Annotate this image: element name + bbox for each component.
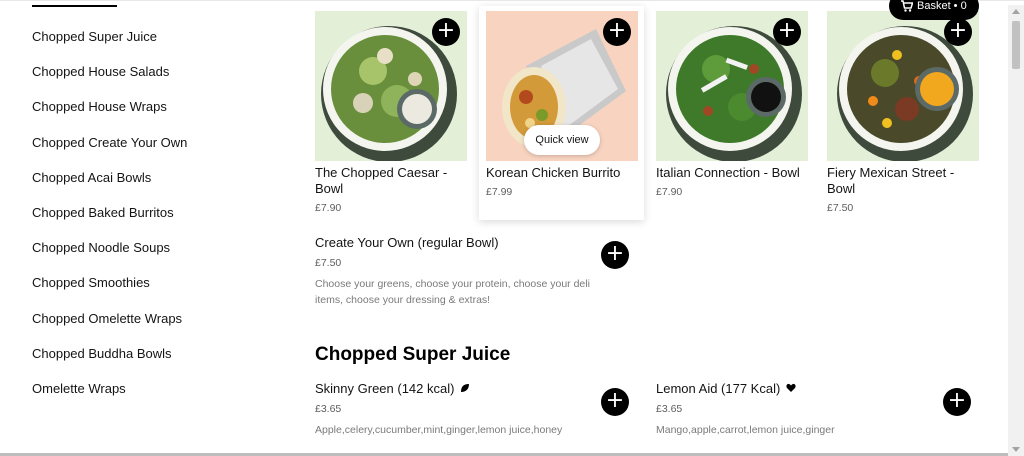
menu-card-korean-burrito[interactable]: + Korean Chicken Burrito £7.99 xyxy=(486,11,638,198)
sidebar-item-baked-burritos[interactable]: Chopped Baked Burritos xyxy=(32,197,282,232)
card-price: £7.99 xyxy=(486,186,513,198)
card-title: Korean Chicken Burrito xyxy=(486,165,621,180)
menu-item-skinny-green[interactable]: Skinny Green (142 kcal) £3.65 Apple,cele… xyxy=(315,381,615,438)
menu-card-caesar[interactable]: + The Chopped Caesar - Bowl £7.90 xyxy=(315,11,467,214)
scrollbar[interactable] xyxy=(1008,5,1024,456)
card-title: Fiery Mexican Street - Bowl xyxy=(827,165,955,196)
item-price: £3.65 xyxy=(656,403,683,415)
basket-label: Basket • 0 xyxy=(917,0,967,12)
item-title: Lemon Aid (177 Kcal) xyxy=(656,381,936,396)
italian-image: + xyxy=(656,11,808,161)
cart-icon xyxy=(901,0,913,12)
card-price: £7.50 xyxy=(827,202,854,214)
add-skinny-green-button[interactable]: + xyxy=(601,388,629,416)
mexican-image: + xyxy=(827,11,979,161)
menu-card-fiery-mexican[interactable]: + Fiery Mexican Street - Bowl £7.50 xyxy=(827,11,979,214)
sidebar-item-noodle-soups[interactable]: Chopped Noodle Soups xyxy=(32,232,282,267)
add-caesar-button[interactable]: + xyxy=(432,18,460,46)
card-price: £7.90 xyxy=(656,186,683,198)
sidebar-item-super-juice[interactable]: Chopped Super Juice xyxy=(32,21,282,56)
card-price: £7.90 xyxy=(315,202,342,214)
item-price: £7.50 xyxy=(315,257,342,269)
item-title: Create Your Own (regular Bowl) xyxy=(315,235,499,250)
sidebar-item-house-salads[interactable]: Chopped House Salads xyxy=(32,56,282,91)
item-title: Skinny Green (142 kcal) xyxy=(315,381,615,396)
sidebar-item-create-your-own[interactable]: Chopped Create Your Own xyxy=(32,127,282,162)
item-price: £3.65 xyxy=(315,403,342,415)
quick-view-button[interactable]: Quick view xyxy=(524,125,600,155)
add-mexican-button[interactable]: + xyxy=(944,18,972,46)
card-title: Italian Connection - Bowl xyxy=(656,165,800,180)
caesar-image: + xyxy=(315,11,467,161)
basket-button[interactable]: Basket • 0 xyxy=(889,0,979,20)
item-description: Mango,apple,carrot,lemon juice,ginger xyxy=(656,424,835,436)
leaf-icon xyxy=(461,384,470,392)
section-title-super-juice: Chopped Super Juice xyxy=(315,344,511,365)
add-lemon-aid-button[interactable]: + xyxy=(943,388,971,416)
category-sidebar: Chopped Super Juice Chopped House Salads… xyxy=(32,21,282,408)
scroll-thumb[interactable] xyxy=(1012,21,1020,69)
add-italian-button[interactable]: + xyxy=(773,18,801,46)
scroll-down-icon[interactable] xyxy=(1012,447,1020,452)
sidebar-item-house-wraps[interactable]: Chopped House Wraps xyxy=(32,91,282,126)
card-title: The Chopped Caesar - Bowl xyxy=(315,165,448,196)
active-category-underline xyxy=(32,5,117,7)
scroll-up-icon[interactable] xyxy=(1012,9,1020,14)
item-description: Choose your greens, choose your protein,… xyxy=(315,278,590,306)
top-divider xyxy=(0,0,1024,5)
menu-item-lemon-aid[interactable]: Lemon Aid (177 Kcal) £3.65 Mango,apple,c… xyxy=(656,381,936,438)
add-burrito-button[interactable]: + xyxy=(603,18,631,46)
item-description: Apple,celery,cucumber,mint,ginger,lemon … xyxy=(315,424,563,436)
sidebar-item-buddha-bowls[interactable]: Chopped Buddha Bowls xyxy=(32,338,282,373)
menu-item-create-your-own[interactable]: Create Your Own (regular Bowl) £7.50 Cho… xyxy=(315,235,635,308)
sidebar-item-acai-bowls[interactable]: Chopped Acai Bowls xyxy=(32,162,282,197)
menu-card-italian-connection[interactable]: + Italian Connection - Bowl £7.90 xyxy=(656,11,808,198)
sidebar-item-omelette-wraps[interactable]: Chopped Omelette Wraps xyxy=(32,303,282,338)
sidebar-item-omelette-wraps-2[interactable]: Omelette Wraps xyxy=(32,373,282,408)
add-create-your-own-button[interactable]: + xyxy=(601,241,629,269)
heart-icon xyxy=(786,383,796,392)
sidebar-item-smoothies[interactable]: Chopped Smoothies xyxy=(32,267,282,302)
